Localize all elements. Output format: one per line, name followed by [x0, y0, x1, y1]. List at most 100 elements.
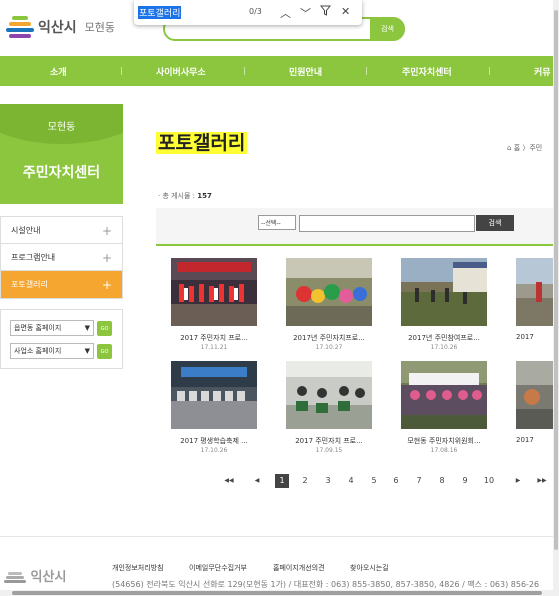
office-homepage-go-button[interactable]: GO — [97, 344, 112, 359]
office-homepage-select[interactable]: 사업소 홈페이지 ▼ — [10, 343, 94, 359]
gallery-item[interactable]: 2017 — [516, 258, 553, 341]
home-icon[interactable]: ⌂ — [507, 144, 511, 152]
gallery-date: 17.11.21 — [200, 344, 228, 351]
board-search-input[interactable] — [299, 215, 475, 232]
page-number[interactable]: 5 — [367, 474, 381, 488]
select-value: --선택-- — [261, 220, 281, 227]
nav-divider — [244, 67, 245, 75]
breadcrumb: ⌂ 홈 〉주민 — [507, 143, 542, 153]
footer-logo-mark-icon — [4, 571, 26, 585]
breadcrumb-text[interactable]: 홈 〉주민 — [514, 144, 543, 152]
footer-address: (54656) 전라북도 익산시 선화로 129(모현동 1가) / 대표전화 … — [112, 580, 540, 589]
sidebar-quick-links: 읍면동 홈페이지 ▼ GO 사업소 홈페이지 ▼ GO — [0, 309, 123, 369]
vertical-scroll-thumb[interactable] — [554, 10, 558, 550]
gallery-thumbnail[interactable] — [171, 361, 257, 429]
total-posts-count: 157 — [197, 192, 212, 200]
sidebar-dong: 모현동 — [47, 122, 76, 133]
page-number[interactable]: 6 — [389, 474, 403, 488]
gallery-caption[interactable]: 2017 — [516, 436, 553, 444]
nav-item-intro[interactable]: 소개 — [50, 65, 67, 78]
total-posts-label: · 총 게시물 : — [158, 192, 198, 200]
footer-divider — [0, 536, 553, 537]
gallery-caption[interactable]: 2017 주민자치 프로... — [286, 436, 372, 446]
footer-link-feedback[interactable]: 홈페이지개선의견 — [273, 563, 325, 573]
gallery-thumbnail[interactable] — [401, 258, 487, 326]
footer-link-privacy[interactable]: 개인정보처리방침 — [112, 563, 164, 573]
gallery-thumbnail[interactable] — [286, 258, 372, 326]
gallery-date: 17.09.15 — [315, 447, 343, 454]
page-number[interactable]: 3 — [321, 474, 335, 488]
logo-text: 익산시 — [38, 20, 77, 36]
find-close-icon[interactable]: ✕ — [341, 5, 350, 18]
footer-link-directions[interactable]: 찾아오시는길 — [350, 563, 389, 573]
sidebar-item-programs[interactable]: 프로그램안내 + — [1, 244, 122, 271]
browser-find-bar: 포토갤러리 0/3 ︿ ﹀ ✕ — [134, 0, 362, 25]
gallery-item[interactable]: 2017 주민자치 프로... 17.09.15 — [286, 361, 372, 454]
page-number[interactable]: 2 — [298, 474, 312, 488]
gallery-caption[interactable]: 모현동 주민자치위원회... — [401, 436, 487, 446]
chevron-down-icon: ▼ — [84, 347, 90, 355]
gallery-date: 17.08.16 — [430, 447, 458, 454]
nav-divider — [121, 67, 122, 75]
sidebar-item-photo-gallery[interactable]: 포토갤러리 + — [1, 271, 122, 298]
next-page-button[interactable]: ▶ — [511, 474, 525, 488]
gallery-item[interactable]: 2017년 주민참여프로... 17.10.26 — [401, 258, 487, 351]
gallery-caption[interactable]: 2017년 주민자치프로... — [286, 333, 372, 343]
footer-logo: 익산시 — [4, 566, 66, 585]
prev-page-button[interactable]: ◀ — [250, 474, 264, 488]
find-prev-icon[interactable]: ︿ — [280, 5, 291, 21]
last-page-button[interactable]: ▶▶ — [535, 474, 549, 488]
find-filter-icon[interactable] — [319, 5, 332, 19]
find-input[interactable]: 포토갤러리 — [138, 5, 238, 21]
find-query: 포토갤러리 — [138, 6, 182, 19]
gallery-caption[interactable]: 2017년 주민참여프로... — [401, 333, 487, 343]
page-title: 포토갤러리 — [156, 132, 248, 154]
find-next-icon[interactable]: ﹀ — [300, 5, 311, 21]
sidebar-title: 주민자치센터 — [22, 165, 101, 181]
horizontal-scroll-thumb[interactable] — [12, 591, 542, 595]
nav-item-cyber-office[interactable]: 사이버사무소 — [156, 65, 206, 78]
town-homepage-go-button[interactable]: GO — [97, 321, 112, 336]
gallery-item[interactable]: 모현동 주민자치위원회... 17.08.16 — [401, 361, 487, 454]
gallery-item[interactable]: 2017 — [516, 361, 553, 444]
board-search-button[interactable]: 검색 — [476, 215, 514, 231]
sidebar-item-label: 시설안내 — [11, 225, 41, 235]
nav-item-civil[interactable]: 민원안내 — [289, 65, 322, 78]
plus-icon: + — [101, 224, 112, 238]
gallery-caption[interactable]: 2017 — [516, 333, 553, 341]
site-logo[interactable]: 익산시 모현동 — [6, 14, 115, 40]
gallery-item[interactable]: 2017 평생학습축제 ... 17.10.26 — [171, 361, 257, 454]
gallery-date: 17.10.26 — [430, 344, 458, 351]
sidebar-menu: 시설안내 + 프로그램안내 + 포토갤러리 + — [0, 216, 123, 299]
gallery-item[interactable]: 2017 주민자치 프로... 17.11.21 — [171, 258, 257, 351]
logo-mark-icon — [6, 14, 34, 40]
gallery-thumbnail[interactable] — [516, 361, 553, 429]
town-homepage-select[interactable]: 읍면동 홈페이지 ▼ — [10, 320, 94, 336]
page-number[interactable]: 7 — [412, 474, 426, 488]
gallery-item[interactable]: 2017년 주민자치프로... 17.10.27 — [286, 258, 372, 351]
find-match-count: 0/3 — [249, 7, 262, 16]
page-number[interactable]: 10 — [482, 474, 496, 488]
gallery-caption[interactable]: 2017 주민자치 프로... — [171, 333, 257, 343]
gallery-thumbnail[interactable] — [286, 361, 372, 429]
nav-item-community[interactable]: 커뮤 — [534, 65, 551, 78]
gallery-thumbnail[interactable] — [171, 258, 257, 326]
gallery-caption[interactable]: 2017 평생학습축제 ... — [171, 436, 257, 446]
gallery-thumbnail[interactable] — [516, 258, 553, 326]
page-number[interactable]: 4 — [344, 474, 358, 488]
sidebar-item-label: 프로그램안내 — [11, 252, 56, 262]
footer-logo-text: 익산시 — [30, 570, 67, 585]
site-search-button[interactable]: 검색 — [370, 17, 405, 41]
page-number[interactable]: 9 — [458, 474, 472, 488]
nav-item-community-center[interactable]: 주민자치센터 — [402, 65, 452, 78]
select-value: 읍면동 홈페이지 — [14, 324, 62, 332]
logo-subtitle: 모현동 — [84, 21, 116, 34]
search-field-select[interactable]: --선택-- — [258, 215, 296, 230]
sidebar-item-facilities[interactable]: 시설안내 + — [1, 217, 122, 244]
footer-link-email-policy[interactable]: 이메일무단수집거부 — [189, 563, 247, 573]
sidebar-item-label: 포토갤러리 — [11, 280, 48, 289]
page-number[interactable]: 8 — [435, 474, 449, 488]
gallery-thumbnail[interactable] — [401, 361, 487, 429]
first-page-button[interactable]: ◀◀ — [222, 474, 236, 488]
page-number[interactable]: 1 — [275, 474, 289, 488]
